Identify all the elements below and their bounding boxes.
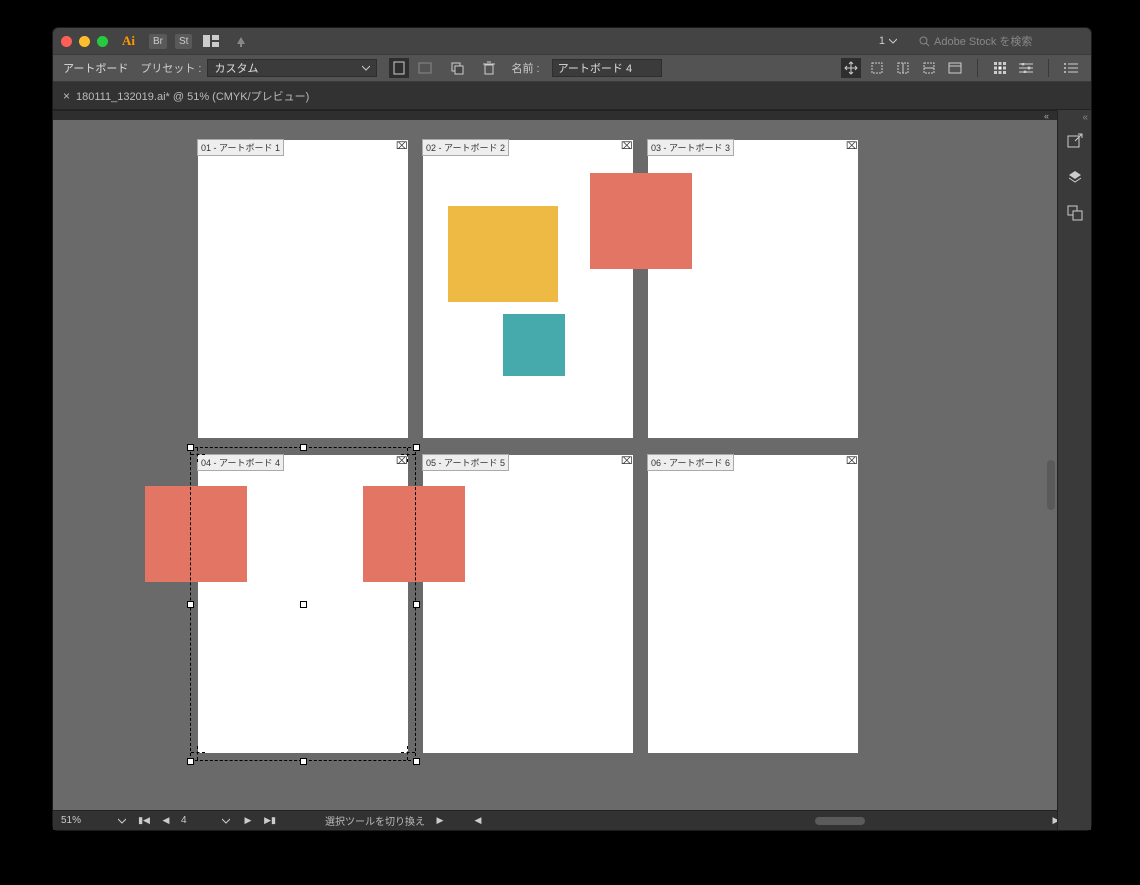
workspace-switcher[interactable]: 1 — [871, 35, 905, 47]
selection-handle[interactable] — [413, 601, 420, 608]
bridge-badge[interactable]: Br — [149, 34, 167, 49]
minimize-window[interactable] — [79, 36, 90, 47]
preset-label: プリセット : — [140, 60, 201, 76]
traffic-lights — [61, 36, 108, 47]
artboard-close-icon[interactable]: ⌧ — [396, 457, 406, 467]
workspace-label: 1 — [879, 35, 885, 47]
shape-coralRect-4[interactable] — [363, 486, 465, 582]
selection-handle[interactable] — [187, 444, 194, 451]
preset-value: カスタム — [214, 60, 258, 76]
stock-badge[interactable]: St — [175, 34, 192, 49]
selection-handle[interactable] — [300, 758, 307, 765]
search-icon — [919, 36, 930, 47]
export-panel-icon[interactable] — [1064, 130, 1086, 152]
shape-yellowRect-0[interactable] — [448, 206, 558, 302]
selection-handle[interactable] — [413, 444, 420, 451]
zoom-dropdown-icon[interactable] — [115, 814, 129, 828]
crop-3-icon[interactable] — [919, 58, 939, 78]
zoom-window[interactable] — [97, 36, 108, 47]
vertical-scrollbar[interactable] — [1047, 160, 1055, 770]
selection-handle[interactable] — [187, 601, 194, 608]
artboard-close-icon[interactable]: ⌧ — [846, 142, 856, 152]
panel-collapser[interactable]: « — [53, 110, 1057, 120]
collapse-icon: « — [1044, 111, 1049, 120]
artboard-close-icon[interactable]: ⌧ — [396, 142, 406, 152]
artboard-label: 06 - アートボード 6 — [647, 454, 734, 471]
name-value: アートボード 4 — [558, 60, 633, 76]
arrange-icon[interactable] — [200, 30, 222, 52]
delete-artboard-icon[interactable] — [479, 58, 499, 78]
document-tab-title[interactable]: 180111_132019.ai* @ 51% (CMYK/プレビュー) — [76, 88, 309, 104]
status-dropdown-icon[interactable]: ▶ — [433, 814, 447, 828]
app-logo: Ai — [116, 33, 141, 49]
artboard-label: 03 - アートボード 3 — [647, 139, 734, 156]
layers-panel-icon[interactable] — [1064, 166, 1086, 188]
panel-menu-icon[interactable] — [1061, 58, 1081, 78]
scroll-left-icon[interactable]: ◀ — [471, 814, 485, 828]
tab-bar: × 180111_132019.ai* @ 51% (CMYK/プレビュー) — [53, 82, 1091, 110]
artboard-label: 05 - アートボード 5 — [422, 454, 509, 471]
selection-handle[interactable] — [300, 444, 307, 451]
zoom-field[interactable]: 51% — [61, 815, 107, 826]
orient-portrait-icon[interactable] — [389, 58, 409, 78]
status-bar: 51% ▮◀ ◀ 4 ▶ ▶▮ 選択ツールを切り換え ▶ ◀ ▶ — [53, 810, 1057, 830]
shape-coralRect-3[interactable] — [145, 486, 247, 582]
prefs-icon[interactable] — [1016, 58, 1036, 78]
close-window[interactable] — [61, 36, 72, 47]
name-label: 名前 : — [511, 60, 539, 76]
selection-handle[interactable] — [187, 758, 194, 765]
close-tab-icon[interactable]: × — [63, 89, 70, 103]
selection-handle[interactable] — [413, 758, 420, 765]
name-input[interactable]: アートボード 4 — [552, 59, 662, 77]
next-artboard-icon[interactable]: ▶ — [241, 814, 255, 828]
horizontal-scrollbar[interactable]: ◀ ▶ — [485, 815, 1049, 827]
extension-icon[interactable] — [230, 30, 252, 52]
menubar: Ai Br St 1 Adobe Stock を検索 — [53, 28, 1091, 54]
canvas[interactable]: 01 - アートボード 1 ⌧ 02 - アートボード 2 ⌧ 03 - アートボード … — [53, 120, 1057, 810]
new-artboard-icon[interactable] — [447, 58, 467, 78]
artboard-close-icon[interactable]: ⌧ — [621, 457, 631, 467]
search-placeholder: Adobe Stock を検索 — [934, 33, 1032, 49]
artboard-close-icon[interactable]: ⌧ — [621, 142, 631, 152]
search-field[interactable]: Adobe Stock を検索 — [913, 31, 1083, 51]
artboard-dropdown-icon[interactable] — [219, 814, 233, 828]
artboard-label: 04 - アートボード 4 — [197, 454, 284, 471]
shape-tealRect-1[interactable] — [503, 314, 565, 376]
artboard-label: 01 - アートボード 1 — [197, 139, 284, 156]
artboard-6[interactable]: 06 - アートボード 6 ⌧ — [648, 455, 858, 753]
artboard-number-field[interactable]: 4 — [181, 815, 211, 826]
orient-landscape-icon[interactable] — [415, 58, 435, 78]
collapse-panels-icon[interactable]: « — [1082, 112, 1088, 123]
artboards-panel-icon[interactable] — [1064, 202, 1086, 224]
crop-2-icon[interactable] — [893, 58, 913, 78]
first-artboard-icon[interactable]: ▮◀ — [137, 814, 151, 828]
shape-coralRect-2[interactable] — [590, 173, 692, 269]
control-bar: アートボード プリセット : カスタム 名前 : アートボード 4 — [53, 54, 1091, 82]
crop-1-icon[interactable] — [867, 58, 887, 78]
artboard-1[interactable]: 01 - アートボード 1 ⌧ — [198, 140, 408, 438]
right-panel-strip: « — [1057, 110, 1091, 830]
artboard-close-icon[interactable]: ⌧ — [846, 457, 856, 467]
status-message: 選択ツールを切り換え — [325, 813, 425, 828]
move-art-icon[interactable] — [841, 58, 861, 78]
options-icon[interactable] — [945, 58, 965, 78]
tool-mode-label: アートボード — [63, 60, 128, 76]
preset-select[interactable]: カスタム — [207, 59, 377, 77]
last-artboard-icon[interactable]: ▶▮ — [263, 814, 277, 828]
prev-artboard-icon[interactable]: ◀ — [159, 814, 173, 828]
artboard-label: 02 - アートボード 2 — [422, 139, 509, 156]
reference-point-icon[interactable] — [990, 58, 1010, 78]
